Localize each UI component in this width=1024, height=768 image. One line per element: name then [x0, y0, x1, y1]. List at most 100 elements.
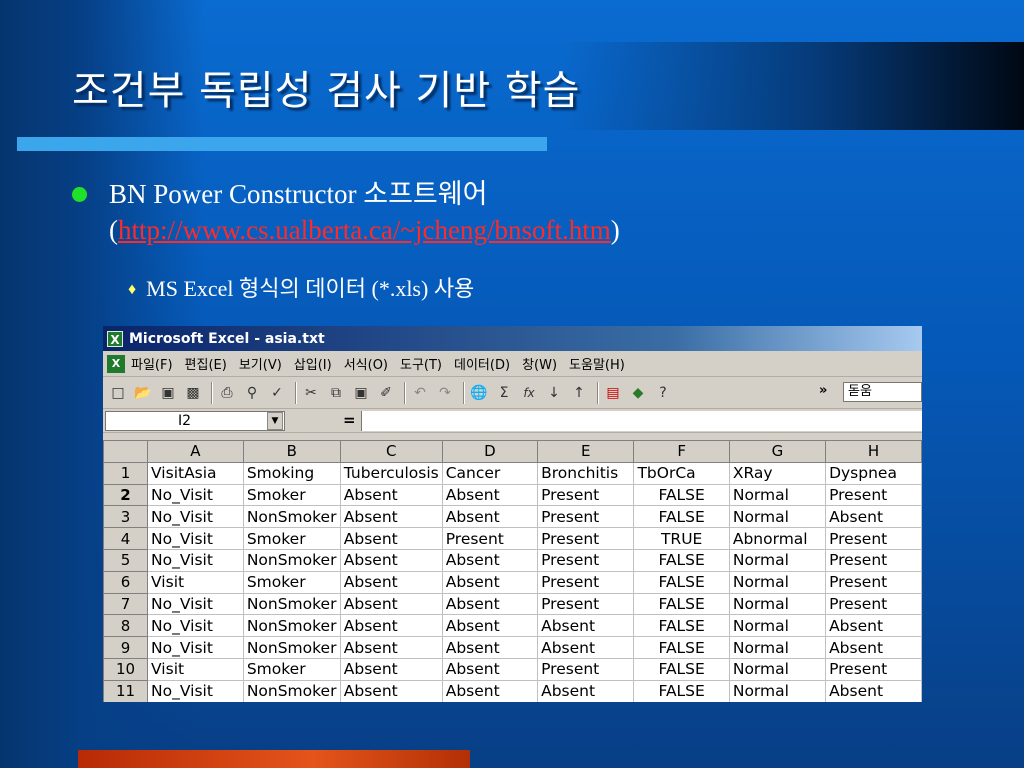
- cell[interactable]: Absent: [441, 614, 539, 638]
- cell[interactable]: Smoker: [242, 483, 341, 507]
- cell[interactable]: Absent: [441, 505, 539, 529]
- cell[interactable]: FALSE: [633, 614, 730, 638]
- cell[interactable]: Present: [537, 592, 635, 616]
- menu-file[interactable]: 파일(F): [131, 354, 173, 373]
- cell[interactable]: Present: [537, 657, 635, 681]
- help-icon[interactable]: ?: [652, 382, 674, 404]
- cell[interactable]: TbOrCa: [633, 461, 730, 485]
- cell[interactable]: NonSmoker: [242, 636, 341, 659]
- cell[interactable]: Present: [825, 483, 922, 507]
- new-icon[interactable]: □: [107, 382, 129, 404]
- cell[interactable]: No_Visit: [147, 527, 244, 550]
- row-header[interactable]: 6: [103, 570, 149, 594]
- cell[interactable]: Cancer: [441, 461, 539, 485]
- spelling-icon[interactable]: ✓: [266, 382, 288, 404]
- menu-format[interactable]: 서식(O): [344, 354, 388, 373]
- cell[interactable]: Smoking: [242, 461, 341, 485]
- save-icon[interactable]: ▣: [157, 382, 179, 404]
- cell[interactable]: Absent: [339, 548, 443, 572]
- cell[interactable]: Absent: [537, 636, 635, 659]
- row-header[interactable]: 9: [103, 636, 149, 659]
- cell[interactable]: Absent: [825, 679, 922, 702]
- column-header[interactable]: D: [441, 440, 539, 463]
- chart-wizard-icon[interactable]: ▤: [602, 382, 624, 404]
- cell[interactable]: Absent: [825, 614, 922, 638]
- undo-icon[interactable]: ↶: [409, 382, 431, 404]
- cell[interactable]: Present: [825, 592, 922, 616]
- column-header[interactable]: F: [633, 440, 730, 463]
- cell[interactable]: Present: [825, 657, 922, 681]
- excel-app-icon[interactable]: X: [107, 330, 123, 347]
- column-header[interactable]: E: [537, 440, 635, 463]
- row-header[interactable]: 3: [103, 505, 149, 529]
- menu-data[interactable]: 데이터(D): [454, 354, 510, 373]
- cell[interactable]: No_Visit: [147, 592, 244, 616]
- cell[interactable]: NonSmoker: [242, 592, 341, 616]
- paste-icon[interactable]: ▣: [350, 382, 372, 404]
- cell[interactable]: Absent: [339, 483, 443, 507]
- name-box[interactable]: I2: [105, 411, 285, 431]
- cell[interactable]: Smoker: [242, 657, 341, 681]
- cell[interactable]: Present: [825, 527, 922, 550]
- row-header[interactable]: 10: [103, 657, 149, 681]
- cell[interactable]: Normal: [728, 592, 827, 616]
- formula-input[interactable]: [361, 411, 922, 431]
- software-link[interactable]: http://www.cs.ualberta.ca/~jcheng/bnsoft…: [118, 215, 611, 245]
- formula-equals-icon[interactable]: =: [343, 411, 356, 429]
- cell[interactable]: Present: [537, 527, 635, 550]
- column-header[interactable]: B: [242, 440, 341, 463]
- cell[interactable]: Absent: [441, 679, 539, 702]
- cell[interactable]: Tuberculosis: [339, 461, 443, 485]
- cell[interactable]: Normal: [728, 679, 827, 702]
- cell[interactable]: Absent: [441, 636, 539, 659]
- cut-icon[interactable]: ✂: [300, 382, 322, 404]
- cell[interactable]: Absent: [441, 570, 539, 594]
- cell[interactable]: Visit: [147, 570, 244, 594]
- cell[interactable]: Present: [537, 570, 635, 594]
- function-icon[interactable]: fx: [518, 382, 540, 404]
- cell[interactable]: Normal: [728, 548, 827, 572]
- cell[interactable]: No_Visit: [147, 548, 244, 572]
- cell[interactable]: Absent: [441, 483, 539, 507]
- row-header[interactable]: 1: [103, 461, 149, 485]
- cell[interactable]: NonSmoker: [242, 614, 341, 638]
- cell[interactable]: Normal: [728, 636, 827, 659]
- cell[interactable]: Absent: [339, 570, 443, 594]
- cell[interactable]: FALSE: [633, 679, 730, 702]
- cell[interactable]: Bronchitis: [537, 461, 635, 485]
- row-header[interactable]: 5: [103, 548, 149, 572]
- cell[interactable]: Present: [537, 483, 635, 507]
- sort-descending-icon[interactable]: ↑: [568, 382, 590, 404]
- cell[interactable]: FALSE: [633, 570, 730, 594]
- cell[interactable]: Smoker: [242, 527, 341, 550]
- cell[interactable]: TRUE: [633, 527, 730, 550]
- copy-icon[interactable]: ⧉: [325, 382, 347, 404]
- cell[interactable]: Present: [441, 527, 539, 550]
- cell[interactable]: No_Visit: [147, 505, 244, 529]
- cell[interactable]: Absent: [339, 636, 443, 659]
- cell[interactable]: Absent: [537, 679, 635, 702]
- cell[interactable]: XRay: [728, 461, 827, 485]
- cell[interactable]: Smoker: [242, 570, 341, 594]
- row-header[interactable]: 7: [103, 592, 149, 616]
- cell[interactable]: Absent: [339, 527, 443, 550]
- cell[interactable]: FALSE: [633, 657, 730, 681]
- cell[interactable]: Absent: [339, 657, 443, 681]
- cell[interactable]: FALSE: [633, 483, 730, 507]
- cell[interactable]: Absent: [339, 505, 443, 529]
- cell[interactable]: FALSE: [633, 548, 730, 572]
- cell[interactable]: No_Visit: [147, 679, 244, 702]
- workbook-icon[interactable]: X: [107, 354, 125, 373]
- hyperlink-icon[interactable]: 🌐: [468, 382, 490, 404]
- cell[interactable]: Normal: [728, 483, 827, 507]
- cell[interactable]: No_Visit: [147, 483, 244, 507]
- name-box-dropdown-icon[interactable]: ▼: [267, 412, 283, 430]
- menu-insert[interactable]: 삽입(I): [294, 354, 332, 373]
- cell[interactable]: FALSE: [633, 592, 730, 616]
- cell[interactable]: Absent: [339, 592, 443, 616]
- column-header[interactable]: A: [147, 440, 244, 463]
- toolbar-overflow-chevron-icon[interactable]: »: [819, 383, 827, 398]
- print-preview-icon[interactable]: ⚲: [241, 382, 263, 404]
- cell[interactable]: FALSE: [633, 505, 730, 529]
- print-icon[interactable]: ⎙: [216, 382, 238, 404]
